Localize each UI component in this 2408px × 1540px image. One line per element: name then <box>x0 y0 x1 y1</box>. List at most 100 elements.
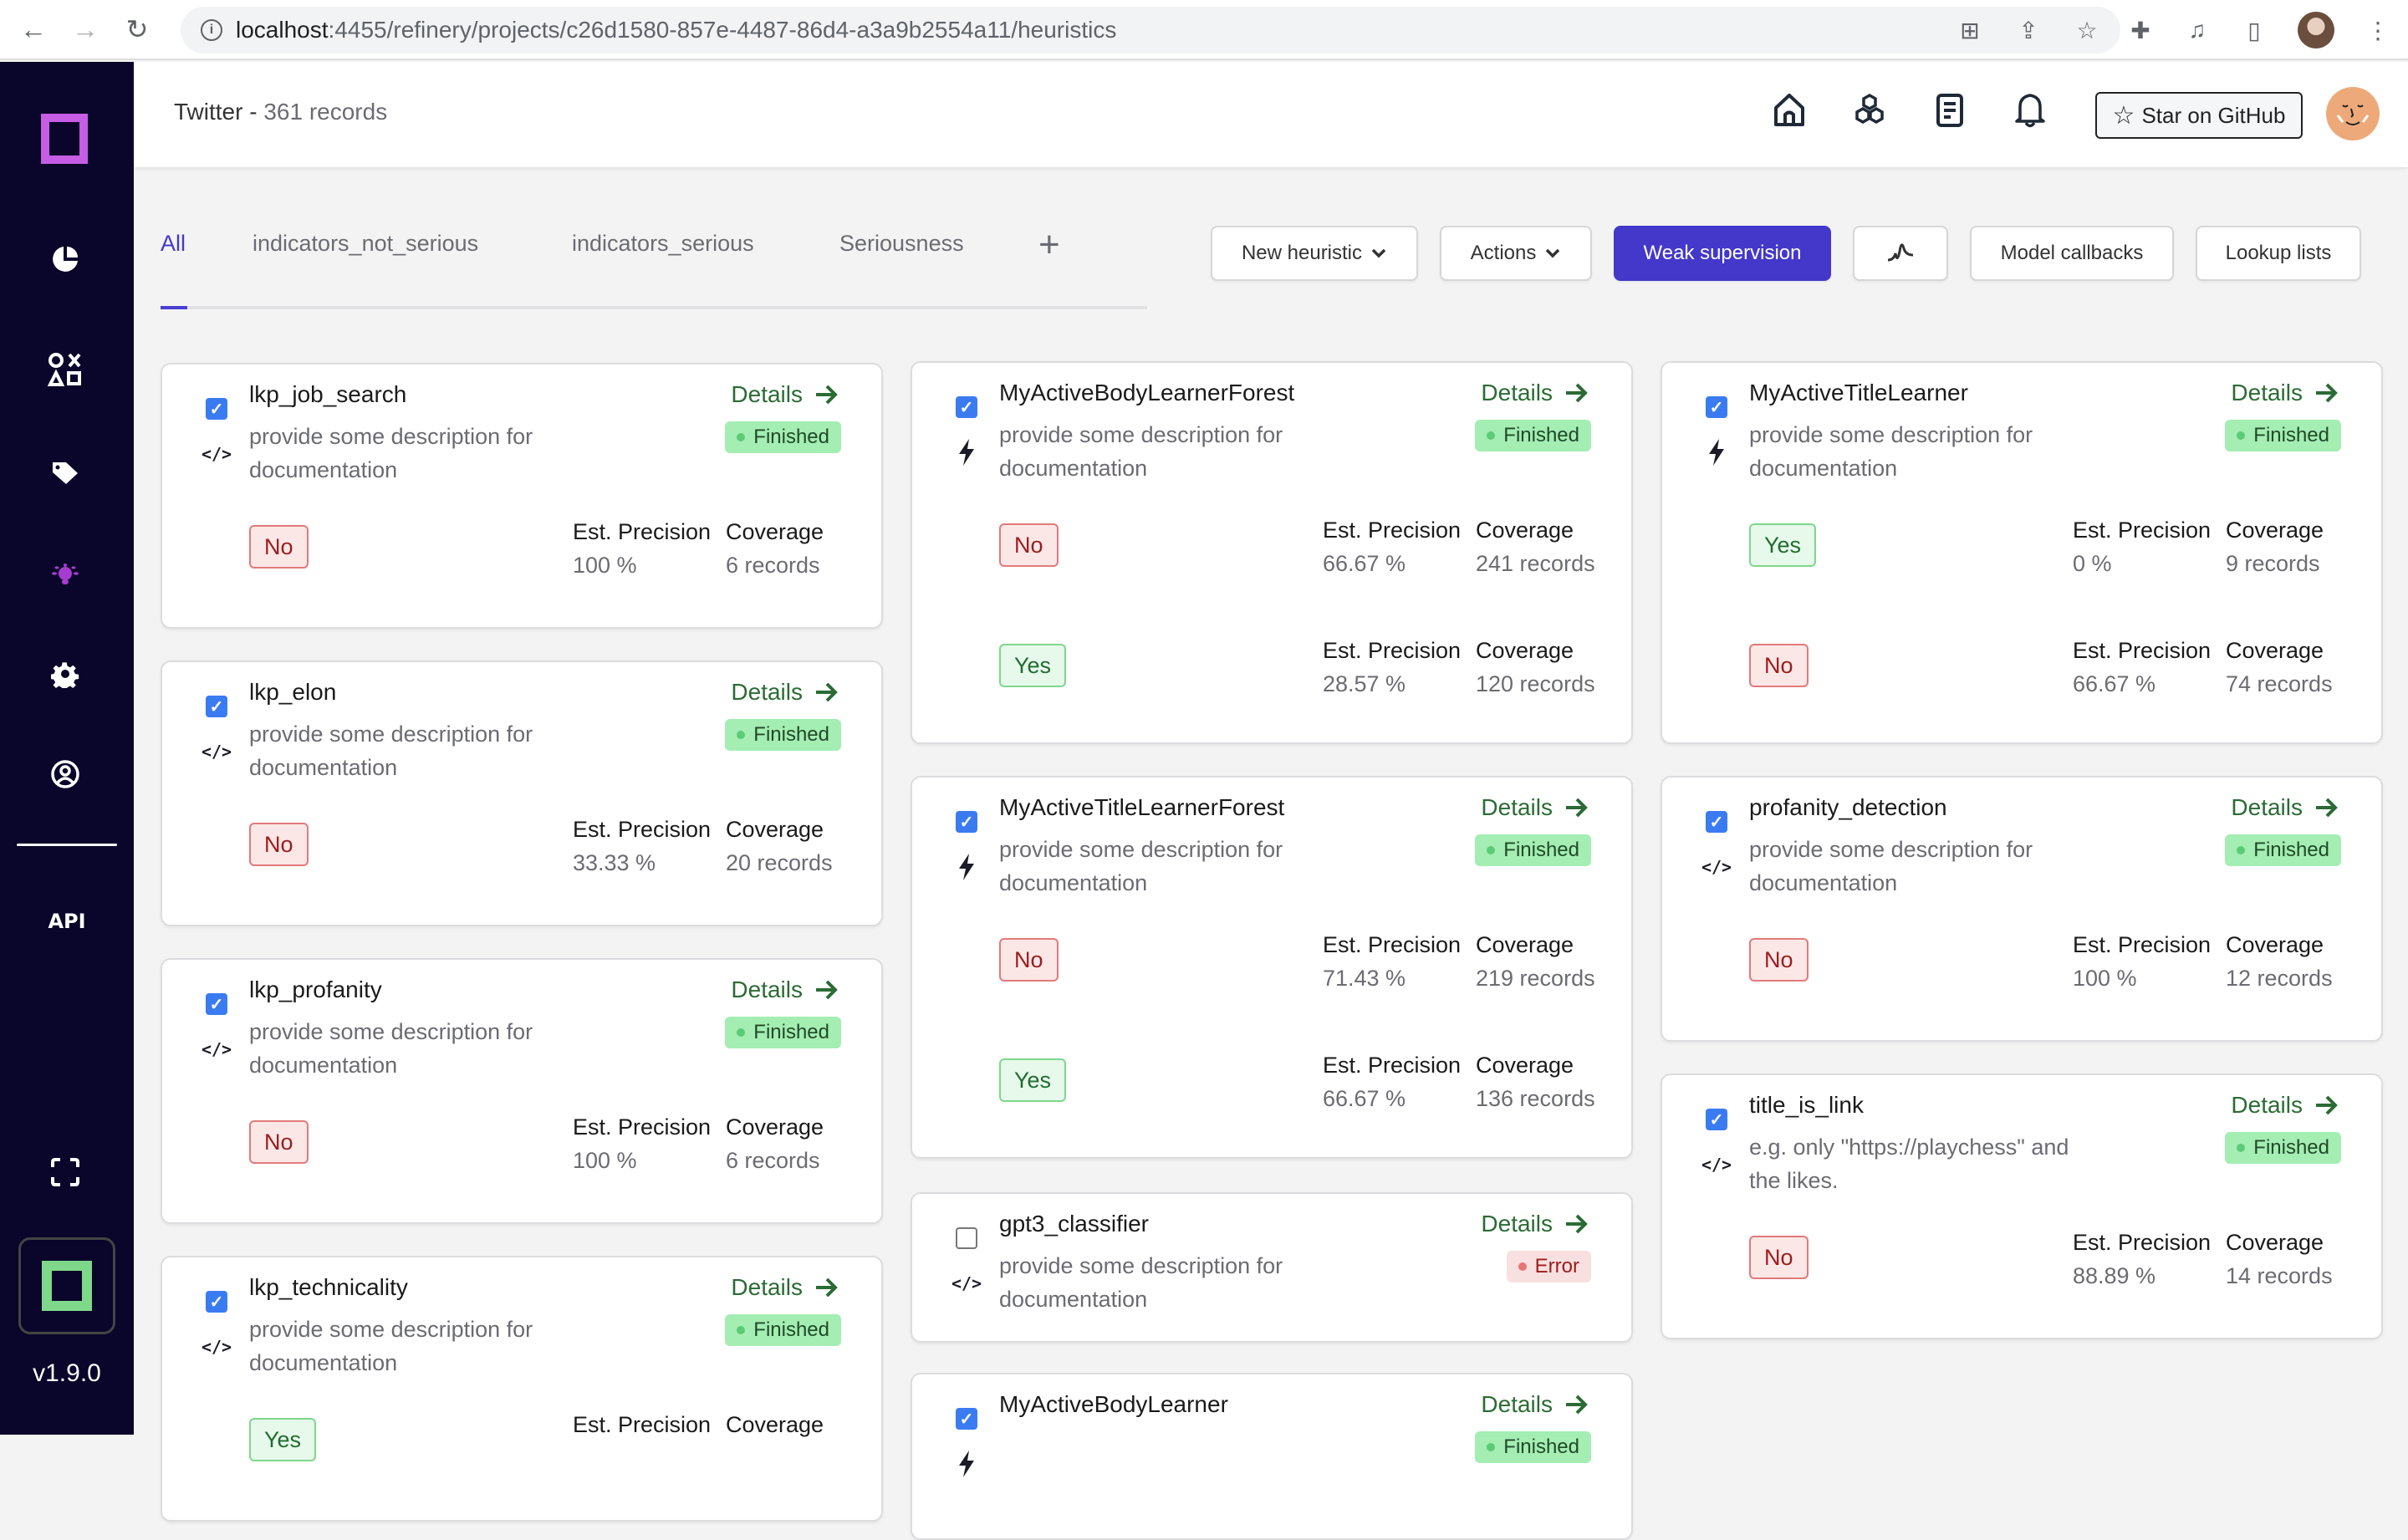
browser-profile-avatar[interactable] <box>2298 12 2334 48</box>
tab-indicators-serious[interactable]: indicators_serious <box>572 231 754 257</box>
actions-button[interactable]: Actions <box>1440 226 1592 281</box>
sidebar-item-overview[interactable] <box>47 241 84 278</box>
site-info-icon[interactable]: i <box>201 19 222 41</box>
heuristic-name[interactable]: lkp_profanity <box>249 977 382 1003</box>
details-link[interactable]: Details <box>731 977 839 1003</box>
heuristic-checkbox[interactable]: ✓ <box>1706 1109 1727 1130</box>
precision-value: 100 % <box>2072 966 2137 991</box>
back-button[interactable]: ← <box>15 11 52 48</box>
heuristic-name[interactable]: title_is_link <box>1749 1092 1864 1119</box>
lightning-icon <box>1702 438 1731 467</box>
heuristic-name[interactable]: profanity_detection <box>1749 794 1947 821</box>
label-badge-yes: Yes <box>1749 523 1817 567</box>
bell-icon <box>2015 94 2045 128</box>
heuristic-checkbox[interactable]: ✓ <box>206 993 227 1015</box>
details-link[interactable]: Details <box>731 381 839 408</box>
details-label: Details <box>1481 1211 1553 1237</box>
add-tab-button[interactable]: + <box>1038 224 1060 266</box>
arrow-right-icon <box>814 384 839 405</box>
side-panel-icon[interactable]: ▯ <box>2241 17 2268 43</box>
reload-button[interactable]: ↻ <box>119 11 156 48</box>
model-callbacks-button[interactable]: Model callbacks <box>1970 226 2174 281</box>
heuristic-name[interactable]: lkp_technicality <box>249 1274 408 1301</box>
details-link[interactable]: Details <box>2231 1092 2339 1119</box>
heuristic-name[interactable]: MyActiveTitleLearner <box>1749 380 1968 406</box>
heuristic-checkbox[interactable]: ✓ <box>1706 396 1727 418</box>
new-heuristic-button[interactable]: New heuristic <box>1211 226 1418 281</box>
sidebar-item-data-browser[interactable] <box>47 351 84 388</box>
sidebar-item-users[interactable] <box>47 756 84 793</box>
heuristic-name[interactable]: MyActiveTitleLearnerForest <box>999 794 1284 821</box>
coverage-value: 241 records <box>1476 551 1595 576</box>
heuristic-name[interactable]: lkp_elon <box>249 679 336 706</box>
fullscreen-button[interactable] <box>47 1154 84 1191</box>
share-icon[interactable]: ⇪ <box>2015 17 2042 43</box>
kern-ai-logo-button[interactable] <box>18 1237 115 1334</box>
bookmark-star-icon[interactable]: ☆ <box>2074 17 2100 43</box>
details-link[interactable]: Details <box>731 1274 839 1301</box>
refinery-logo[interactable] <box>41 114 88 164</box>
heuristic-name[interactable]: MyActiveBodyLearnerForest <box>999 380 1294 406</box>
tab-seriousness[interactable]: Seriousness <box>839 231 964 257</box>
media-icon[interactable]: ♫ <box>2184 17 2211 43</box>
coverage-metric: Coverage 74 records <box>2226 634 2333 701</box>
heuristic-checkbox[interactable]: ✓ <box>956 811 977 833</box>
status-label: Finished <box>753 1318 829 1341</box>
details-link[interactable]: Details <box>2231 380 2339 406</box>
sidebar-item-labeling[interactable] <box>47 455 84 492</box>
status-label: Finished <box>2253 1136 2329 1159</box>
heuristic-checkbox[interactable]: ✓ <box>956 396 977 418</box>
forward-button[interactable]: → <box>67 11 104 48</box>
user-avatar[interactable] <box>2326 87 2380 140</box>
heuristic-checkbox[interactable]: ✓ <box>206 1291 227 1313</box>
sidebar: API v1.9.0 <box>0 62 134 1435</box>
browser-menu-icon[interactable]: ⋮ <box>2365 17 2391 43</box>
tab-indicators-not-serious[interactable]: indicators_not_serious <box>253 231 478 257</box>
details-label: Details <box>731 679 803 705</box>
precision-heading: Est. Precision <box>572 1412 711 1437</box>
notifications-button[interactable] <box>2013 92 2047 129</box>
details-link[interactable]: Details <box>1481 380 1589 406</box>
code-icon: </> <box>951 1273 982 1293</box>
heuristic-checkbox[interactable]: ✓ <box>206 696 227 717</box>
sidebar-item-heuristics[interactable] <box>47 557 84 594</box>
status-badge: Finished <box>725 1017 841 1048</box>
details-link[interactable]: Details <box>731 679 839 706</box>
precision-heading: Est. Precision <box>1322 518 1461 543</box>
status-label: Finished <box>1503 1435 1579 1458</box>
precision-value: 33.33 % <box>572 850 656 875</box>
status-dot-icon <box>1487 846 1496 854</box>
status-dot-icon <box>1518 1262 1527 1271</box>
projects-button[interactable] <box>1853 92 1886 129</box>
tab-all[interactable]: All <box>161 231 186 257</box>
weak-supervision-button[interactable]: Weak supervision <box>1614 226 1831 281</box>
coverage-value: 6 records <box>726 1148 820 1173</box>
heuristic-name[interactable]: MyActiveBodyLearner <box>999 1391 1228 1418</box>
avatar-face-icon <box>2336 105 2370 125</box>
translate-icon[interactable]: ⊞ <box>1956 17 1983 43</box>
home-button[interactable] <box>1773 92 1806 129</box>
lightbulb-icon <box>52 563 79 584</box>
distribution-button[interactable] <box>1853 226 1948 281</box>
star-on-github-button[interactable]: ☆ Star on GitHub <box>2095 92 2303 139</box>
heuristic-name[interactable]: gpt3_classifier <box>999 1211 1149 1237</box>
hexagons-icon <box>1855 93 1884 125</box>
status-dot-icon <box>737 1326 746 1334</box>
address-bar[interactable]: i localhost:4455/refinery/projects/c26d1… <box>181 7 2120 54</box>
extensions-icon[interactable]: ✚ <box>2127 17 2154 43</box>
documentation-button[interactable] <box>1933 92 1967 129</box>
details-link[interactable]: Details <box>1481 1391 1589 1418</box>
sidebar-item-settings[interactable] <box>47 655 84 692</box>
details-link[interactable]: Details <box>1481 1211 1589 1237</box>
heuristic-card: ✓ MyActiveTitleLearner provide some descri… <box>1661 361 2383 744</box>
heuristic-checkbox[interactable] <box>956 1227 977 1249</box>
heuristic-checkbox[interactable]: ✓ <box>956 1408 977 1430</box>
heuristic-checkbox[interactable]: ✓ <box>1706 811 1727 833</box>
details-link[interactable]: Details <box>2231 794 2339 821</box>
heuristic-checkbox[interactable]: ✓ <box>206 398 227 420</box>
details-link[interactable]: Details <box>1481 794 1589 821</box>
heuristic-name[interactable]: lkp_job_search <box>249 381 406 408</box>
details-label: Details <box>1481 380 1553 405</box>
sidebar-item-api[interactable]: API <box>0 910 134 933</box>
lookup-lists-button[interactable]: Lookup lists <box>2196 226 2361 281</box>
